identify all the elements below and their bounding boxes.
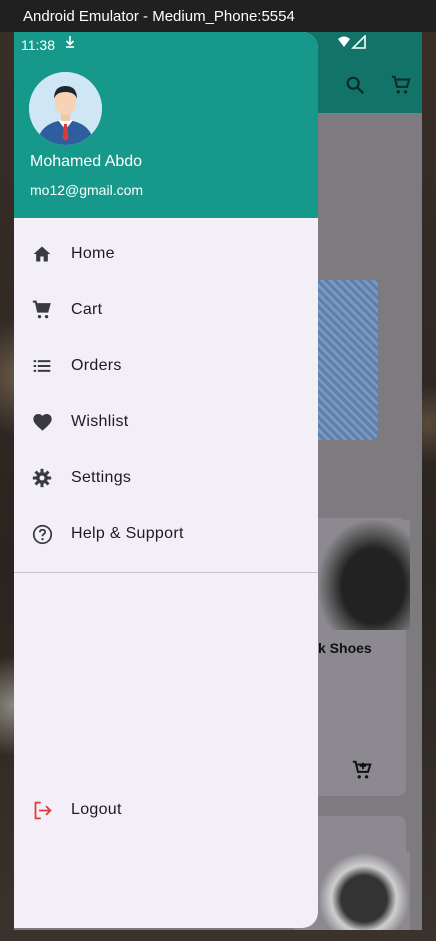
- cart-icon: [31, 299, 53, 321]
- menu-item-orders[interactable]: Orders: [14, 338, 318, 394]
- logout-button[interactable]: Logout: [14, 782, 318, 838]
- add-to-cart-icon[interactable]: [351, 759, 373, 786]
- logout-menu: Logout: [14, 782, 318, 838]
- product-image[interactable]: [314, 280, 378, 440]
- logout-icon: [31, 799, 53, 821]
- navigation-drawer: Mohamed Abdo mo12@gmail.com Home Cart Or…: [14, 32, 318, 928]
- list-icon: [31, 355, 53, 377]
- menu-item-label: Cart: [71, 301, 103, 318]
- cart-icon[interactable]: [390, 74, 412, 101]
- drawer-menu: Home Cart Orders Wishlist Settings Help …: [14, 226, 318, 562]
- window-title: Android Emulator - Medium_Phone:5554: [23, 7, 295, 25]
- user-name: Mohamed Abdo: [30, 153, 143, 170]
- menu-item-label: Wishlist: [71, 413, 129, 430]
- product-image: [318, 520, 410, 630]
- menu-item-settings[interactable]: Settings: [14, 450, 318, 506]
- menu-item-label: Home: [71, 245, 115, 262]
- product-title: k Shoes: [318, 640, 372, 656]
- menu-item-help-support[interactable]: Help & Support: [14, 506, 318, 562]
- drawer-header: Mohamed Abdo mo12@gmail.com: [14, 32, 318, 218]
- menu-item-label: Orders: [71, 357, 122, 374]
- menu-item-cart[interactable]: Cart: [14, 282, 318, 338]
- wifi-signal-icon: [337, 34, 367, 52]
- gear-icon: [31, 467, 53, 489]
- download-icon: [65, 36, 75, 51]
- drawer-divider: [14, 572, 318, 573]
- menu-item-home[interactable]: Home: [14, 226, 318, 282]
- status-bar: 11:38: [14, 32, 422, 58]
- home-icon: [31, 243, 53, 265]
- avatar[interactable]: [29, 72, 102, 145]
- logout-label: Logout: [71, 801, 122, 818]
- user-email: mo12@gmail.com: [30, 182, 144, 198]
- help-icon: [31, 523, 53, 545]
- product-image: [318, 852, 410, 930]
- emulator-title-bar: Android Emulator - Medium_Phone:5554: [0, 0, 436, 32]
- search-icon[interactable]: [344, 74, 366, 101]
- menu-item-label: Settings: [71, 469, 132, 486]
- menu-item-wishlist[interactable]: Wishlist: [14, 394, 318, 450]
- phone-screen: k Shoes 11:38 Mohamed Abdo mo12@gmail.co…: [14, 32, 422, 930]
- status-time: 11:38: [21, 37, 55, 53]
- menu-item-label: Help & Support: [71, 525, 184, 542]
- heart-icon: [31, 411, 53, 433]
